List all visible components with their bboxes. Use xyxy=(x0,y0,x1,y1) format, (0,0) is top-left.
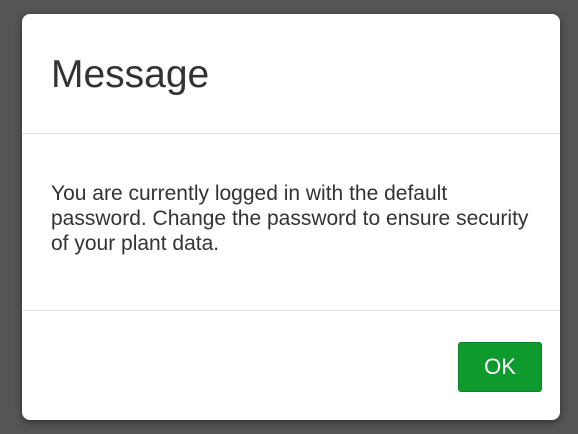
dialog-message: You are currently logged in with the def… xyxy=(51,182,529,255)
dialog-header: Message xyxy=(22,14,560,134)
dialog-title: Message xyxy=(51,53,210,96)
message-dialog: Message You are currently logged in with… xyxy=(22,14,560,420)
ok-button[interactable]: OK xyxy=(458,342,542,392)
dialog-body: You are currently logged in with the def… xyxy=(22,134,560,311)
dialog-footer: OK xyxy=(22,311,560,420)
